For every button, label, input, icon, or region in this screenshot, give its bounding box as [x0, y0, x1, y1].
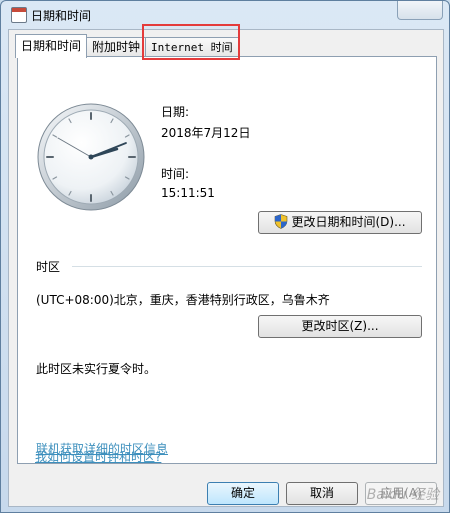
- change-date-time-label: 更改日期和时间(D)...: [291, 215, 406, 229]
- cancel-button[interactable]: 取消: [286, 482, 358, 505]
- change-date-time-button[interactable]: 更改日期和时间(D)...: [258, 211, 422, 234]
- watermark: Baidu 经验: [366, 487, 439, 503]
- date-label: 日期:: [161, 105, 190, 119]
- title-bar[interactable]: 日期和时间: [1, 1, 449, 29]
- tab-panel: 日期: 2018年7月12日 时间: 15:11:51 更改日期和时间(D)..…: [17, 56, 437, 464]
- dialog-body: 日期和时间 附加时钟 Internet 时间 日期: 2018年7月12日 时间…: [8, 24, 444, 507]
- date-value: 2018年7月12日: [161, 126, 251, 140]
- timezone-section-label: 时区: [36, 260, 61, 274]
- tab-date-and-time[interactable]: 日期和时间: [15, 34, 88, 58]
- tab-additional-clocks[interactable]: 附加时钟: [86, 37, 147, 57]
- time-value: 15:11:51: [161, 186, 215, 200]
- window-title: 日期和时间: [31, 9, 92, 23]
- calendar-clock-icon: [11, 7, 27, 23]
- dst-note: 此时区未实行夏令时。: [36, 362, 157, 376]
- how-to-set-clock-link[interactable]: 我如何设置时钟和时区?: [35, 448, 161, 465]
- tab-internet-time[interactable]: Internet 时间: [145, 37, 239, 57]
- uac-shield-icon: [275, 214, 288, 229]
- ok-button[interactable]: 确定: [207, 482, 279, 505]
- time-label: 时间:: [161, 167, 190, 181]
- timezone-value: (UTC+08:00)北京，重庆，香港特别行政区，乌鲁木齐: [36, 293, 330, 307]
- close-button[interactable]: [397, 1, 443, 20]
- section-divider: [72, 266, 422, 267]
- change-timezone-button[interactable]: 更改时区(Z)...: [258, 315, 422, 338]
- date-time-dialog: 日期和时间 日期和时间 附加时钟 Internet 时间 日期: 2018年7月…: [0, 0, 450, 513]
- analog-clock: [37, 103, 145, 211]
